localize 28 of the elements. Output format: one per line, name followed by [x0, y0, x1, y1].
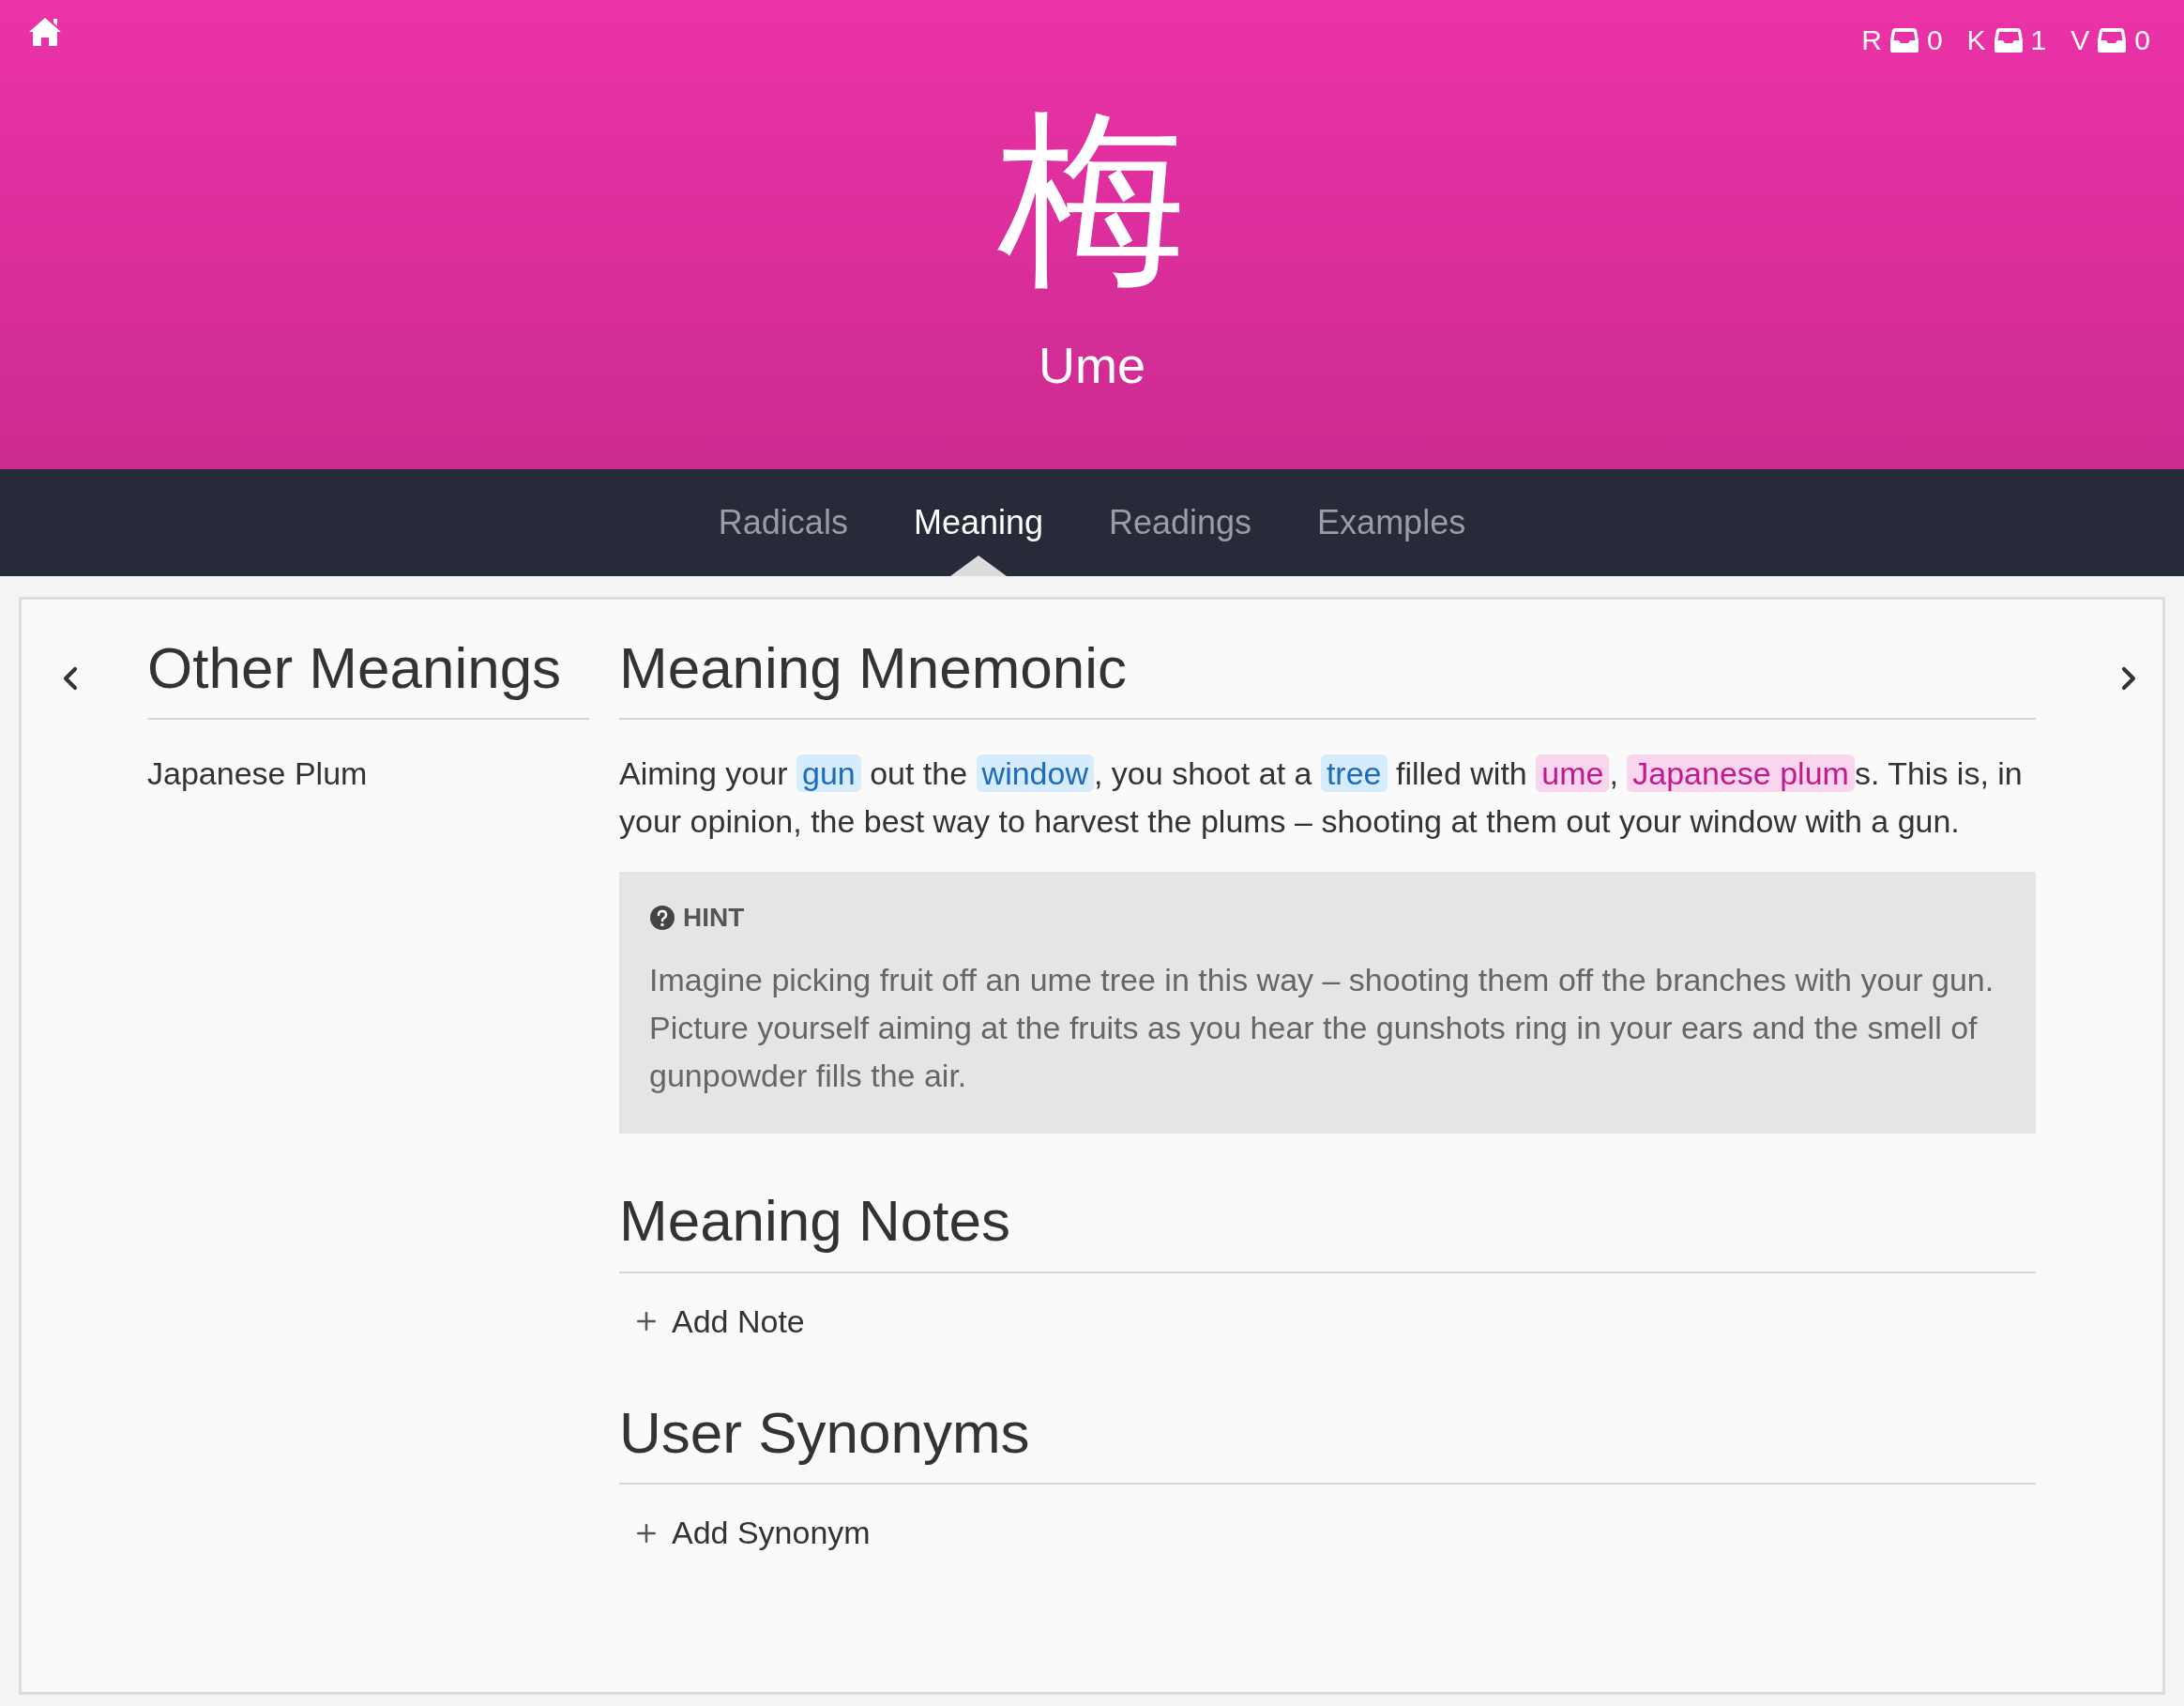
tab[interactable]: Examples — [1306, 492, 1478, 554]
counter-value: 0 — [2134, 23, 2150, 57]
section-title: Meaning Notes — [619, 1187, 1012, 1256]
home-icon[interactable] — [28, 17, 62, 47]
counter-label: V — [2070, 23, 2090, 57]
inbox-icon — [1888, 26, 1919, 53]
kanji-character: 梅 — [998, 105, 1186, 293]
hint-text: Imagine picking fruit off an ume tree in this way – shooting them off the branches with your gun. Picture yourself aiming at the fruits as you hear the gunshots ring in your ears and the smell of gunpowder fills the air. — [649, 961, 1995, 1096]
meaning-text: Japanese Plum — [147, 754, 369, 794]
tab-pointer-icon — [949, 556, 1007, 576]
section-title: User Synonyms — [619, 1398, 1031, 1467]
help-icon — [649, 905, 675, 932]
add-button[interactable]: Add Synonym — [619, 1509, 884, 1558]
section-title: Other Meanings — [147, 634, 563, 702]
counter-label: R — [1861, 23, 1882, 57]
inbox-icon — [1993, 26, 2024, 53]
tab[interactable]: Radicals — [706, 492, 859, 554]
mnemonic-paragraph: Aiming your gun out the window , you shoot at a tree filled with ume , Japanese plum s. This is, in your opinion, the best way to harvest the plums – shooting at them out your window with a gun. — [619, 754, 2024, 842]
tab[interactable]: Readings — [1098, 492, 1264, 554]
inbox-icon — [2097, 26, 2128, 53]
counter-label: K — [1966, 23, 1986, 57]
tab[interactable]: Meaning — [902, 492, 1054, 554]
counter-value: 1 — [2030, 23, 2047, 57]
kanji-reading: Ume — [1039, 340, 1145, 390]
hint-label: HINT — [683, 902, 745, 935]
section-title: Meaning Mnemonic — [619, 634, 1129, 702]
add-button[interactable]: Add Note — [619, 1297, 818, 1346]
counter-value: 0 — [1926, 23, 1943, 57]
